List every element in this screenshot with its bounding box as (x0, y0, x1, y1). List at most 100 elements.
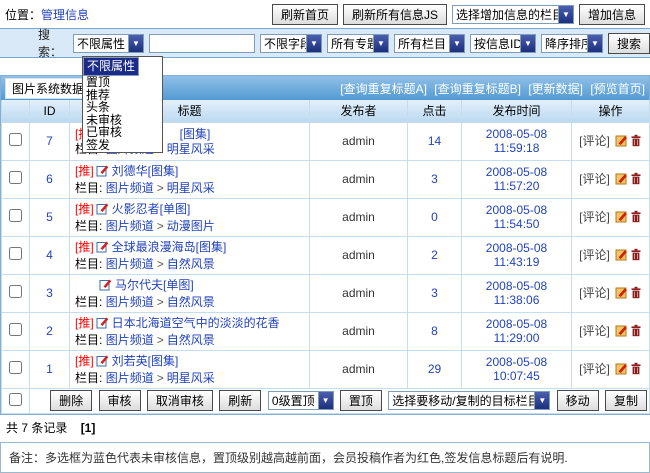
chevron-down-icon: ▼ (306, 35, 321, 52)
attr-option[interactable]: 不限属性 (83, 57, 139, 76)
comment-link[interactable]: [评论] (579, 210, 610, 224)
row-checkbox[interactable] (9, 171, 22, 184)
search-button[interactable]: 搜索 (608, 33, 650, 54)
row-publisher: admin (310, 198, 408, 236)
comment-link[interactable]: [评论] (579, 248, 610, 262)
channel-link[interactable]: 图片频道 (106, 295, 154, 309)
photo-doc-icon (96, 202, 109, 219)
refresh-all-js-button[interactable]: 刷新所有信息JS (343, 4, 447, 25)
recommend-flag: [推] (75, 202, 94, 216)
trash-icon[interactable] (630, 324, 642, 340)
row-time: 2008-05-08 11:59:18 (462, 122, 572, 160)
trash-icon[interactable] (630, 362, 642, 378)
row-title-link[interactable]: 马尔代夫[单图] (115, 278, 194, 292)
channel-link[interactable]: 图片频道 (106, 219, 154, 233)
topic-select[interactable]: 所有专题 ▼ (327, 34, 389, 53)
category-link[interactable]: 明星风采 (167, 142, 215, 156)
preview-home-link[interactable]: [预览首页] (590, 82, 645, 96)
order-select[interactable]: 降序排序 ▼ (541, 34, 603, 53)
set-top-button[interactable]: 置顶 (340, 390, 382, 411)
channel-link[interactable]: 图片频道 (106, 333, 154, 347)
row-title-link[interactable]: 日本北海道空气中的淡淡的花香 (112, 316, 280, 330)
edit-icon[interactable] (615, 248, 628, 264)
edit-icon[interactable] (615, 362, 628, 378)
add-column-select[interactable]: 选择增加信息的栏目 ▼ (452, 5, 574, 24)
table-row: 1[推]刘若英[图集]栏目: 图片频道>明星风采admin292008-05-0… (2, 350, 650, 388)
refresh-home-button[interactable]: 刷新首页 (272, 4, 338, 25)
comment-link[interactable]: [评论] (579, 324, 610, 338)
refresh-button[interactable]: 刷新 (219, 390, 261, 411)
trash-icon[interactable] (630, 210, 642, 226)
cancel-audit-button[interactable]: 取消审核 (147, 390, 213, 411)
row-checkbox[interactable] (9, 133, 22, 146)
dup-title-b-link[interactable]: [查询重复标题B] (434, 82, 521, 96)
row-checkbox[interactable] (9, 247, 22, 260)
audit-button[interactable]: 审核 (99, 390, 141, 411)
chevron-down-icon: ▼ (520, 35, 535, 52)
row-title-link[interactable]: 全球最浪漫海岛[图集] (112, 240, 227, 254)
attr-option[interactable]: 头条 (83, 101, 162, 114)
update-data-link[interactable]: [更新数据] (528, 82, 583, 96)
trash-icon[interactable] (630, 248, 642, 264)
category-link[interactable]: 明星风采 (167, 181, 215, 195)
channel-link[interactable]: 图片频道 (106, 371, 154, 385)
comment-link[interactable]: [评论] (579, 172, 610, 186)
top-level-select[interactable]: 0级置顶 ▼ (268, 391, 334, 410)
category-link[interactable]: 动漫图片 (167, 219, 215, 233)
row-id: 3 (30, 274, 70, 312)
column-label: 栏目: (75, 371, 102, 385)
move-target-select[interactable]: 选择要移动/复制的目标栏目 ▼ (388, 391, 550, 410)
table-row: 6[推]刘德华[图集]栏目: 图片频道>明星风采admin32008-05-08… (2, 160, 650, 198)
row-title-link[interactable]: 刘若英[图集] (112, 354, 179, 368)
move-button[interactable]: 移动 (557, 390, 599, 411)
row-title-link[interactable]: [图集] (180, 127, 211, 141)
comment-link[interactable]: [评论] (579, 134, 610, 148)
dup-title-a-link[interactable]: [查询重复标题A] (340, 82, 427, 96)
select-all-checkbox[interactable] (9, 393, 22, 406)
edit-icon[interactable] (615, 172, 628, 188)
trash-icon[interactable] (630, 172, 642, 188)
add-info-button[interactable]: 增加信息 (579, 4, 645, 25)
channel-link[interactable]: 图片频道 (106, 257, 154, 271)
row-title-link[interactable]: 火影忍者[单图] (112, 202, 191, 216)
row-checkbox[interactable] (9, 323, 22, 336)
category-link[interactable]: 自然风景 (167, 333, 215, 347)
channel-link[interactable]: 图片频道 (106, 181, 154, 195)
delete-button[interactable]: 删除 (50, 390, 92, 411)
comment-link[interactable]: [评论] (579, 362, 610, 376)
attr-option[interactable]: 置顶 (83, 76, 162, 89)
row-publisher: admin (310, 312, 408, 350)
time-column-header: 发布时间 (462, 100, 572, 122)
attr-option[interactable]: 签发 (83, 139, 162, 152)
trash-icon[interactable] (630, 134, 642, 150)
column-select[interactable]: 所有栏目 ▼ (394, 34, 465, 53)
page-number[interactable]: [1] (81, 421, 96, 435)
chevron-down-icon: ▼ (128, 35, 143, 52)
table-row: 3马尔代夫[单图]栏目: 图片频道>自然风景admin32008-05-08 1… (2, 274, 650, 312)
edit-icon[interactable] (615, 324, 628, 340)
edit-icon[interactable] (615, 134, 628, 150)
location-link[interactable]: 管理信息 (41, 8, 89, 22)
row-id: 6 (30, 160, 70, 198)
trash-icon[interactable] (630, 286, 642, 302)
records-summary: 共 7 条记录 [1] (0, 415, 650, 440)
category-link[interactable]: 明星风采 (167, 371, 215, 385)
copy-button[interactable]: 复制 (605, 390, 647, 411)
chevron-down-icon: ▼ (534, 392, 549, 409)
category-link[interactable]: 自然风景 (167, 295, 215, 309)
edit-icon[interactable] (615, 210, 628, 226)
search-keyword-input[interactable] (149, 34, 255, 53)
row-checkbox[interactable] (9, 361, 22, 374)
id-column-header: ID (30, 100, 70, 122)
attr-select-open-list: 不限属性置顶推荐头条未审核已审核签发 (82, 56, 163, 153)
comment-link[interactable]: [评论] (579, 286, 610, 300)
field-select[interactable]: 不限字段 ▼ (260, 34, 322, 53)
row-time: 2008-05-08 11:43:19 (462, 236, 572, 274)
row-checkbox[interactable] (9, 285, 22, 298)
row-checkbox[interactable] (9, 209, 22, 222)
row-title-link[interactable]: 刘德华[图集] (112, 164, 179, 178)
orderby-select[interactable]: 按信息ID ▼ (470, 34, 536, 53)
attr-select[interactable]: 不限属性 ▼ (73, 34, 144, 53)
edit-icon[interactable] (615, 286, 628, 302)
category-link[interactable]: 自然风景 (167, 257, 215, 271)
